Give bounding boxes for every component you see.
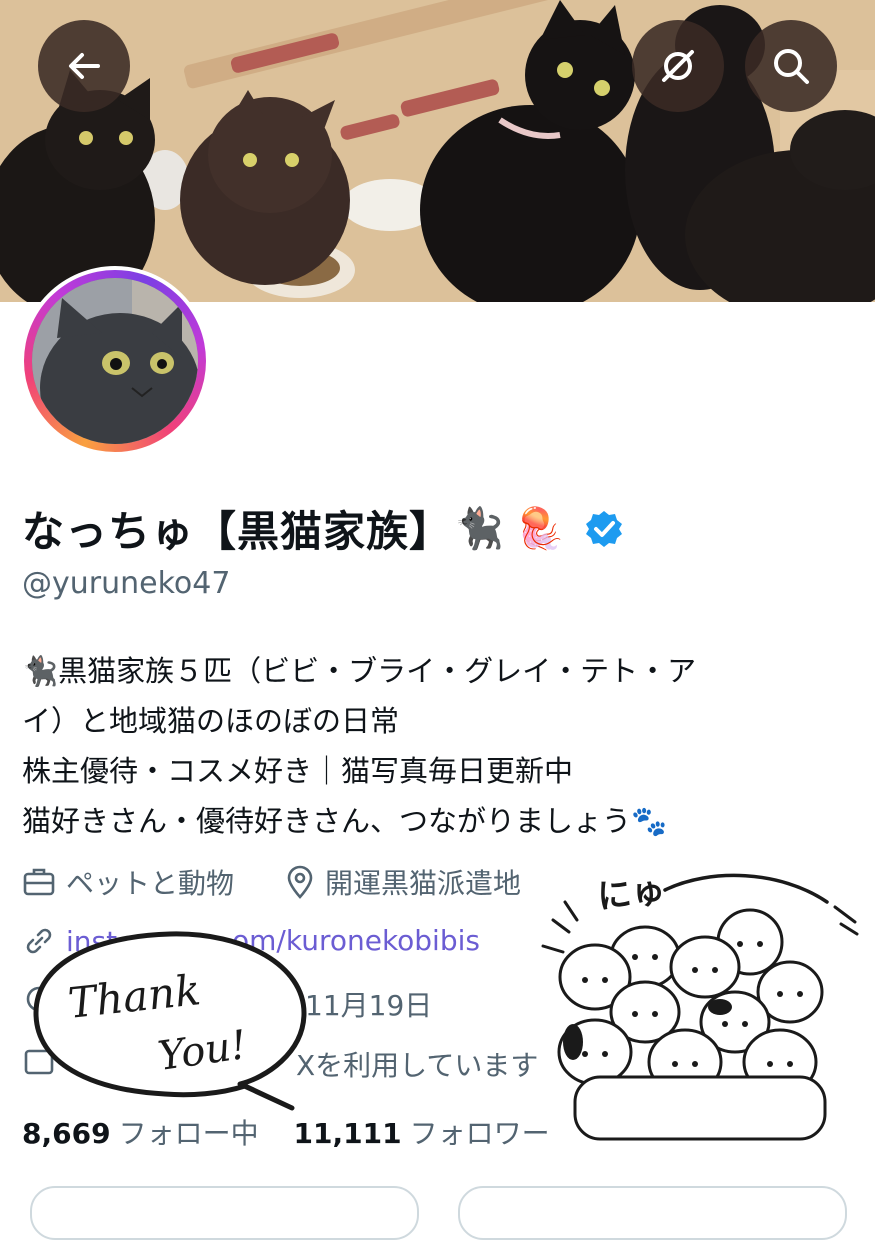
followers-link[interactable]: 11,111 フォロワー	[294, 1117, 550, 1150]
avatar-photo	[32, 278, 198, 444]
profile-location: 開運黒猫派遣地	[285, 862, 521, 902]
followers-label: フォロワー	[409, 1117, 550, 1150]
x-usage-label: Xを利用しています	[296, 1049, 539, 1082]
bottom-button-left[interactable]	[30, 1186, 419, 1240]
grok-button[interactable]	[632, 20, 724, 112]
jellyfish-emoji: 🪼	[514, 506, 566, 552]
bio-line: 🐈‍⬛黒猫家族５匹（ビビ・ブライ・グレイ・テト・ア	[22, 654, 697, 688]
banner-photo	[0, 0, 875, 302]
avatar-story-ring	[24, 270, 206, 452]
joined-date: 11月19日	[305, 984, 432, 1024]
profile-bio: 🐈‍⬛黒猫家族５匹（ビビ・ブライ・グレイ・テト・ア イ）と地域猫のほのぼの日常 …	[22, 646, 822, 846]
follow-stats: 8,669 フォロー中 11,111 フォロワー	[22, 1112, 550, 1152]
nyu-text: にゅ	[595, 870, 668, 918]
animal-group-sticker: にゅ	[535, 862, 860, 1152]
username-handle: @yuruneko47	[22, 566, 231, 601]
verified-badge-icon[interactable]	[584, 509, 624, 549]
category-label: ペットと動物	[66, 867, 235, 900]
thank-you-sticker: Thank You!	[30, 928, 310, 1113]
display-name: なっちゅ【黒猫家族】	[22, 507, 453, 556]
bio-line: イ）と地域猫のほのぼの日常	[22, 704, 400, 738]
black-cat-emoji: 🐈‍⬛	[454, 506, 505, 552]
arrow-left-icon	[69, 53, 100, 79]
profile-category: ペットと動物	[22, 862, 234, 902]
back-button[interactable]	[38, 20, 130, 112]
bio-line: 株主優待・コスメ好き｜猫写真毎日更新中	[22, 754, 574, 788]
following-link[interactable]: 8,669 フォロー中	[22, 1117, 259, 1150]
followers-count: 11,111	[293, 1117, 402, 1150]
x-usage: Xを利用しています	[296, 1044, 538, 1084]
profile-banner[interactable]	[0, 0, 875, 302]
joined-date-label: 11月19日	[305, 989, 433, 1022]
search-icon	[774, 49, 809, 84]
following-count: 8,669	[22, 1117, 111, 1150]
location-pin-icon	[287, 865, 313, 899]
bio-line: 猫好きさん・優待好きさん、つながりましょう🐾	[22, 804, 668, 838]
grok-icon	[662, 50, 694, 82]
display-name-row: なっちゅ【黒猫家族】 🐈‍⬛ 🪼	[22, 498, 624, 559]
search-button[interactable]	[745, 20, 837, 112]
briefcase-icon	[23, 868, 55, 896]
location-label: 開運黒猫派遣地	[325, 867, 522, 900]
avatar[interactable]	[20, 266, 210, 456]
bottom-button-right[interactable]	[458, 1186, 847, 1240]
following-label: フォロー中	[118, 1117, 259, 1150]
